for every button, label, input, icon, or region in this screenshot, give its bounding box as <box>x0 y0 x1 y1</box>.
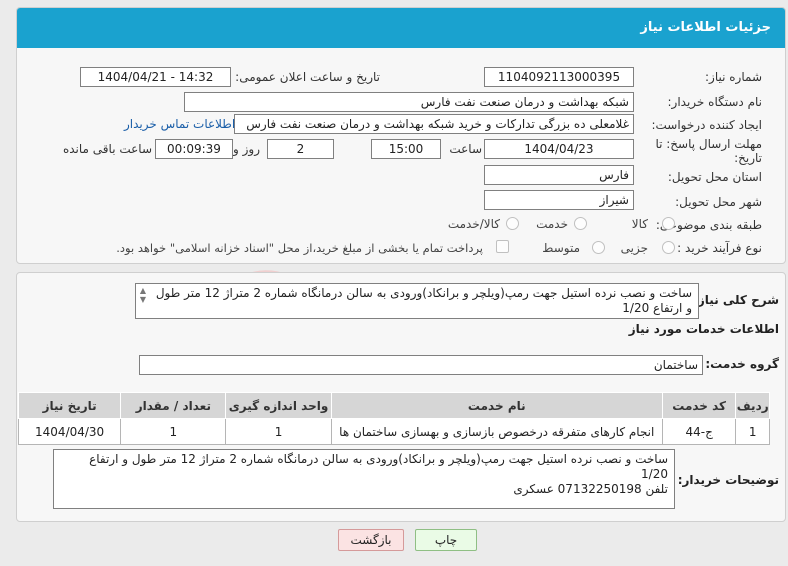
city-field[interactable]: شیراز <box>484 190 634 210</box>
days-remaining-field[interactable]: 2 <box>267 139 334 159</box>
print-button[interactable]: چاپ <box>415 529 477 551</box>
deadline-date-field[interactable]: 1404/04/23 <box>484 139 634 159</box>
need-number-field[interactable]: 1104092113000395 <box>484 67 634 87</box>
buyer-notes-textarea[interactable]: ساخت و نصب نرده استیل جهت رمپ(ویلچر و بر… <box>53 449 675 509</box>
treasury-payment-note: پرداخت تمام یا بخشی از مبلغ خرید،از محل … <box>116 241 483 255</box>
announce-datetime-label: تاریخ و ساعت اعلان عمومی: <box>235 70 380 84</box>
page-title: جزئیات اطلاعات نیاز <box>17 8 785 48</box>
deadline-date-label: تاریخ: <box>734 151 762 165</box>
summary-textarea[interactable]: ▲ ▼ ساخت و نصب نرده استیل جهت رمپ(ویلچر و… <box>135 283 699 319</box>
col-unit: واحد اندازه گیری <box>225 392 332 419</box>
buyer-contact-link[interactable]: اطلاعات تماس خریدار <box>124 117 235 131</box>
province-field[interactable]: فارس <box>484 165 634 185</box>
table-header-row: ردیف کد خدمت نام خدمت واحد اندازه گیری ت… <box>17 392 770 419</box>
announce-datetime-field[interactable]: 1404/04/21 - 14:32 <box>80 67 231 87</box>
summary-label: شرح کلی نیاز: <box>693 293 779 307</box>
category-goods-service-label: کالا/خدمت <box>447 217 500 231</box>
col-service-code: کد خدمت <box>661 392 737 419</box>
category-service-radio[interactable] <box>574 217 587 230</box>
deadline-time-label: ساعت <box>449 142 482 156</box>
remaining-time-field[interactable]: 00:09:39 <box>155 139 233 159</box>
days-label: روز و <box>233 142 260 156</box>
col-need-date: تاریخ نیاز <box>17 392 122 419</box>
col-service-name: نام خدمت <box>330 392 663 419</box>
need-number-label: شماره نیاز: <box>705 70 762 84</box>
services-heading: اطلاعات خدمات مورد نیاز <box>628 322 779 336</box>
summary-scroll-icon[interactable]: ▲ ▼ <box>138 286 148 304</box>
col-quantity: تعداد / مقدار <box>120 392 227 419</box>
category-goods-radio[interactable] <box>662 217 675 230</box>
purchase-medium-label: متوسط <box>542 241 580 255</box>
cell-service-code: ج-44 <box>661 418 737 445</box>
cell-quantity: 1 <box>120 418 227 445</box>
cell-need-date: 1404/04/30 <box>17 418 122 445</box>
deadline-time-field[interactable]: 15:00 <box>371 139 441 159</box>
city-label: شهر محل تحویل: <box>675 195 762 209</box>
table-row[interactable]: 1 ج-44 انجام کارهای متفرقه درخصوص بازساز… <box>17 418 770 445</box>
buyer-org-field[interactable]: شبکه بهداشت و درمان صنعت نفت فارس <box>184 92 634 112</box>
purchase-medium-radio[interactable] <box>592 241 605 254</box>
remaining-time-label: ساعت باقی مانده <box>62 142 152 156</box>
requester-label: ایجاد کننده درخواست: <box>651 118 762 132</box>
category-goods-service-radio[interactable] <box>506 217 519 230</box>
col-row-number: ردیف <box>735 392 770 419</box>
back-button[interactable]: بازگشت <box>338 529 404 551</box>
services-table: ردیف کد خدمت نام خدمت واحد اندازه گیری ت… <box>17 392 770 445</box>
purchase-minor-radio[interactable] <box>662 241 675 254</box>
deadline-label: مهلت ارسال پاسخ: تا <box>655 137 762 151</box>
purchase-type-label: نوع فرآیند خرید : <box>677 241 762 255</box>
cell-unit: 1 <box>225 418 332 445</box>
buyer-notes-label: توضیحات خریدار: <box>677 473 779 487</box>
cell-service-name: انجام کارهای متفرقه درخصوص بازسازی و بهس… <box>330 418 663 445</box>
category-service-label: خدمت <box>536 217 568 231</box>
category-goods-label: کالا <box>631 217 648 231</box>
buyer-notes-line-1: ساخت و نصب نرده استیل جهت رمپ(ویلچر و بر… <box>89 452 668 481</box>
cell-row-number: 1 <box>735 418 770 445</box>
province-label: استان محل تحویل: <box>667 170 762 184</box>
buyer-notes-line-2: تلفن 07132250198 عسکری <box>513 482 668 496</box>
buyer-org-label: نام دستگاه خریدار: <box>667 95 763 109</box>
requester-field[interactable]: غلامعلی ده بزرگی تدارکات و خرید شبکه بهد… <box>234 114 634 134</box>
summary-text: ساخت و نصب نرده استیل جهت رمپ(ویلچر و بر… <box>155 286 692 315</box>
purchase-minor-label: جزیی <box>620 241 648 255</box>
service-group-label: گروه خدمت: <box>705 357 779 371</box>
service-group-field[interactable]: ساختمان <box>139 355 703 375</box>
treasury-payment-checkbox[interactable] <box>496 240 509 253</box>
